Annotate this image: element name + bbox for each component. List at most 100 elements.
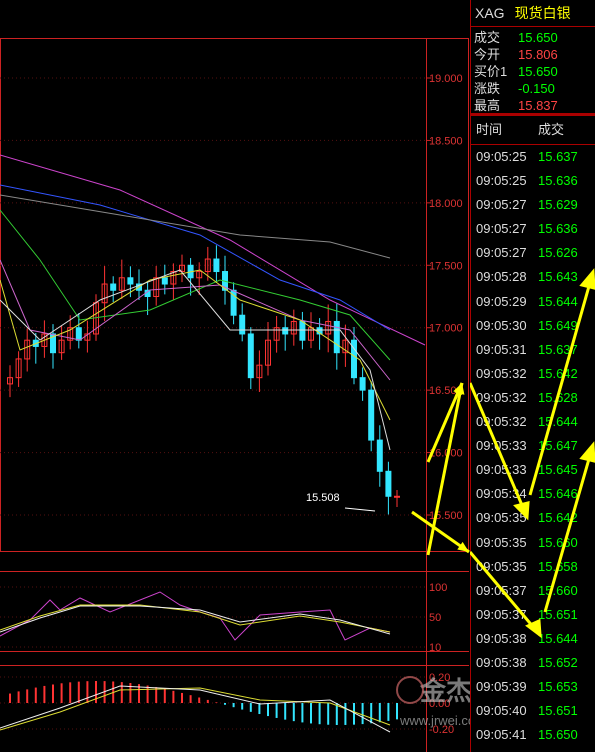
tick-time: 09:05:37 — [476, 582, 527, 598]
tick-price: 15.651 — [538, 703, 578, 719]
macd-line-dif — [0, 685, 391, 733]
tick-time: 09:05:30 — [476, 317, 527, 333]
ma-line-pink — [0, 259, 391, 381]
tick-time: 09:05:31 — [476, 341, 527, 357]
tick-price-header: 成交 — [538, 122, 565, 137]
tick-price: 15.651 — [538, 606, 578, 622]
quote-label: 最高 — [474, 98, 501, 113]
tick-row: 09:05:33 15.647 — [471, 434, 595, 458]
tick-row: 09:05:34 15.646 — [471, 482, 595, 506]
tick-price: 15.660 — [538, 534, 578, 550]
tick-row: 09:05:38 15.652 — [471, 651, 595, 675]
tick-row: 09:05:37 15.651 — [471, 603, 595, 627]
tick-price: 15.647 — [538, 438, 578, 454]
price-axis-label: 17.000 — [429, 323, 463, 335]
tick-time: 09:05:27 — [476, 197, 527, 213]
tick-time: 09:05:40 — [476, 703, 527, 719]
tick-time: 09:05:35 — [476, 558, 527, 574]
tick-time: 09:05:32 — [476, 365, 527, 381]
tick-row: 09:05:35 15.658 — [471, 555, 595, 579]
kline-chart[interactable]: 19.00018.50018.00017.50017.00016.50016.0… — [0, 0, 470, 752]
tick-price: 15.629 — [538, 197, 578, 213]
tick-time: 09:05:33 — [476, 462, 527, 478]
ma-line-blue — [0, 184, 391, 331]
tick-row: 09:05:35 15.660 — [471, 531, 595, 555]
quote-row: 涨跌 -0.150 — [474, 80, 595, 97]
tick-time: 09:05:33 — [476, 438, 527, 454]
quote-value: 15.837 — [518, 98, 558, 113]
quote-value: 15.650 — [518, 30, 558, 45]
tick-price: 15.660 — [538, 582, 578, 598]
arrow-up-1b — [426, 382, 464, 556]
instrument-symbol: XAG — [475, 5, 505, 21]
tick-time: 09:05:34 — [476, 486, 527, 502]
tick-row: 09:05:38 15.644 — [471, 627, 595, 651]
candle-body — [127, 277, 134, 285]
tick-price: 15.637 — [538, 149, 578, 164]
tick-price: 15.649 — [538, 317, 578, 333]
candle-body — [213, 258, 220, 273]
tick-price: 15.636 — [538, 173, 578, 189]
tick-time: 09:05:29 — [476, 293, 527, 309]
candle-body — [282, 327, 289, 335]
tick-time: 09:05:41 — [476, 727, 527, 743]
candle-body — [299, 320, 306, 341]
candle-body — [239, 314, 246, 335]
quote-label: 买价1 — [474, 64, 508, 79]
tick-row: 09:05:32 15.628 — [471, 386, 595, 410]
tick-row: 09:05:41 15.650 — [471, 723, 595, 747]
ma-line-green — [0, 209, 391, 361]
tick-row: 09:05:40 15.651 — [471, 699, 595, 723]
tick-row: 09:05:39 15.653 — [471, 675, 595, 699]
kdj-axis-label: 100 — [429, 582, 447, 594]
tick-time: 09:05:27 — [476, 221, 527, 237]
low-marker-line — [344, 507, 376, 512]
tick-time: 09:05:37 — [476, 606, 527, 622]
tick-time: 09:05:39 — [476, 679, 527, 695]
quote-value: -0.150 — [518, 81, 555, 96]
ma-line-gray — [0, 194, 391, 259]
tick-time: 09:05:32 — [476, 414, 527, 430]
tick-price: 15.646 — [538, 486, 578, 502]
kdj-axis-label: 10 — [429, 642, 441, 654]
quote-row: 成交 15.650 — [474, 29, 595, 46]
watermark-url: www.jrwei.com — [399, 713, 470, 728]
tick-price: 15.652 — [538, 654, 578, 670]
tick-row: 09:05:29 15.644 — [471, 290, 595, 314]
tick-time: 09:05:35 — [476, 510, 527, 526]
quote-row: 今开 15.806 — [474, 46, 595, 63]
instrument-name: 现货白银 — [514, 5, 571, 21]
tick-price: 15.642 — [538, 510, 578, 526]
tick-price: 15.658 — [538, 558, 578, 574]
kline-chart-panel[interactable]: 19.000 18.500 18.000 17.500 17.000 16.500 16.0… — [0, 0, 470, 752]
candle-body — [368, 389, 375, 441]
kdj-axis-label: 50 — [429, 612, 441, 624]
tick-row: 09:05:31 15.637 — [471, 338, 595, 362]
tick-list[interactable]: 时间 成交 09:05:25 15.637 09:05:25 15.636 09:05:… — [471, 114, 595, 752]
tick-price: 15.626 — [538, 245, 578, 261]
quote-sidebar: XAG 现货白银 成交 15.650 今开 15.806 买价1 15.650 涨跌 -0.1… — [470, 0, 595, 752]
quote-summary: 成交 15.650 今开 15.806 买价1 15.650 涨跌 -0.150 最高 15.83… — [471, 27, 595, 114]
tick-row: 09:05:33 15.645 — [471, 458, 595, 482]
tick-time: 09:05:32 — [476, 389, 527, 405]
tick-time: 09:05:38 — [476, 630, 527, 646]
tick-row: 09:05:27 15.629 — [471, 193, 595, 217]
tick-list-header: 时间 成交 — [471, 116, 595, 145]
candle-body — [385, 470, 392, 497]
tick-price: 15.644 — [538, 293, 578, 309]
candle-body — [110, 283, 117, 291]
tick-row: 09:05:35 15.642 — [471, 506, 595, 530]
tick-time: 09:05:28 — [476, 269, 527, 285]
tick-row: 09:05:25 15.637 — [471, 145, 595, 169]
tick-row: 09:05:27 15.636 — [471, 217, 595, 241]
instrument-header: XAG 现货白银 — [471, 0, 595, 27]
tick-price: 15.628 — [538, 389, 578, 405]
quote-value: 15.806 — [518, 47, 558, 62]
tick-time-header: 时间 — [476, 122, 503, 137]
tick-price: 15.650 — [538, 727, 578, 743]
tick-price: 15.643 — [538, 269, 578, 285]
tick-time: 09:05:35 — [476, 534, 527, 550]
candle-body — [247, 333, 254, 379]
quote-label: 今开 — [474, 47, 501, 62]
tick-time: 09:05:27 — [476, 245, 527, 261]
